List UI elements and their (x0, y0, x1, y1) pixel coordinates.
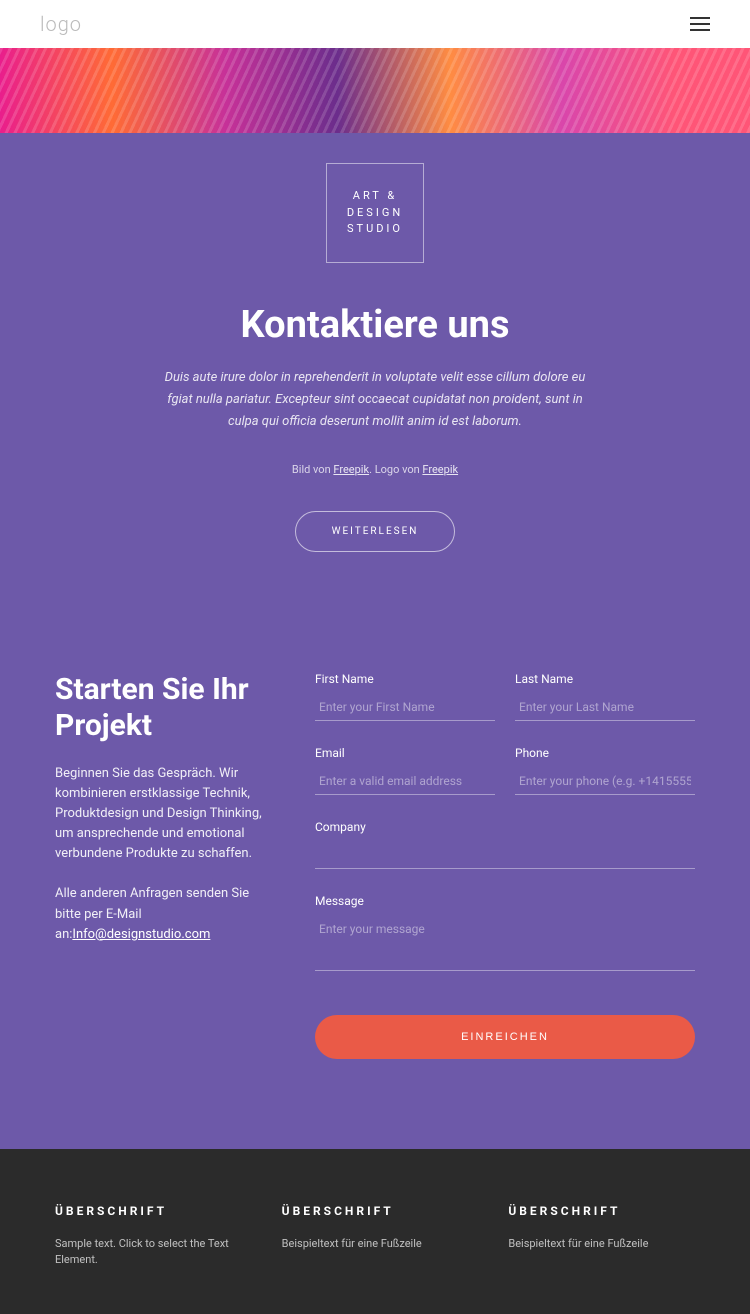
contact-email-link[interactable]: Info@designstudio.com (72, 927, 210, 942)
footer-heading: ÜBERSCHRIFT (55, 1204, 242, 1218)
hero-stripe-image (0, 48, 750, 133)
first-name-label: First Name (315, 672, 495, 686)
section-paragraph: Alle anderen Anfragen senden Sie bitte p… (55, 884, 275, 944)
last-name-input[interactable] (515, 694, 695, 721)
logo[interactable]: logo (40, 12, 82, 36)
credit-link-logo[interactable]: Freepik (422, 463, 458, 476)
footer-text: Beispieltext für eine Fußzeile (282, 1236, 469, 1253)
message-label: Message (315, 894, 695, 908)
studio-badge: ART & DESIGN STUDIO (326, 163, 424, 263)
phone-label: Phone (515, 746, 695, 760)
email-input[interactable] (315, 768, 495, 795)
footer-heading: ÜBERSCHRIFT (282, 1204, 469, 1218)
first-name-input[interactable] (315, 694, 495, 721)
badge-line: ART & (347, 188, 403, 205)
footer-text: Beispieltext für eine Fußzeile (508, 1236, 695, 1253)
image-credit: Bild von Freepik. Logo von Freepik (40, 463, 710, 476)
phone-input[interactable] (515, 768, 695, 795)
intro-description: Duis aute irure dolor in reprehenderit i… (160, 367, 590, 433)
company-input[interactable] (315, 842, 695, 869)
read-more-button[interactable]: WEITERLESEN (295, 511, 456, 552)
credit-link-image[interactable]: Freepik (333, 463, 369, 476)
footer-heading: ÜBERSCHRIFT (508, 1204, 695, 1218)
hamburger-menu-icon[interactable] (690, 17, 710, 31)
last-name-label: Last Name (515, 672, 695, 686)
section-paragraph: Beginnen Sie das Gespräch. Wir kombinier… (55, 764, 275, 865)
badge-line: DESIGN (347, 205, 403, 222)
page-title: Kontaktiere uns (40, 303, 710, 347)
submit-button[interactable]: EINREICHEN (315, 1015, 695, 1059)
section-heading: Starten Sie Ihr Projekt (55, 672, 275, 744)
badge-line: STUDIO (347, 221, 403, 238)
company-label: Company (315, 820, 695, 834)
message-textarea[interactable] (315, 916, 695, 971)
footer-text: Sample text. Click to select the Text El… (55, 1236, 242, 1269)
email-label: Email (315, 746, 495, 760)
